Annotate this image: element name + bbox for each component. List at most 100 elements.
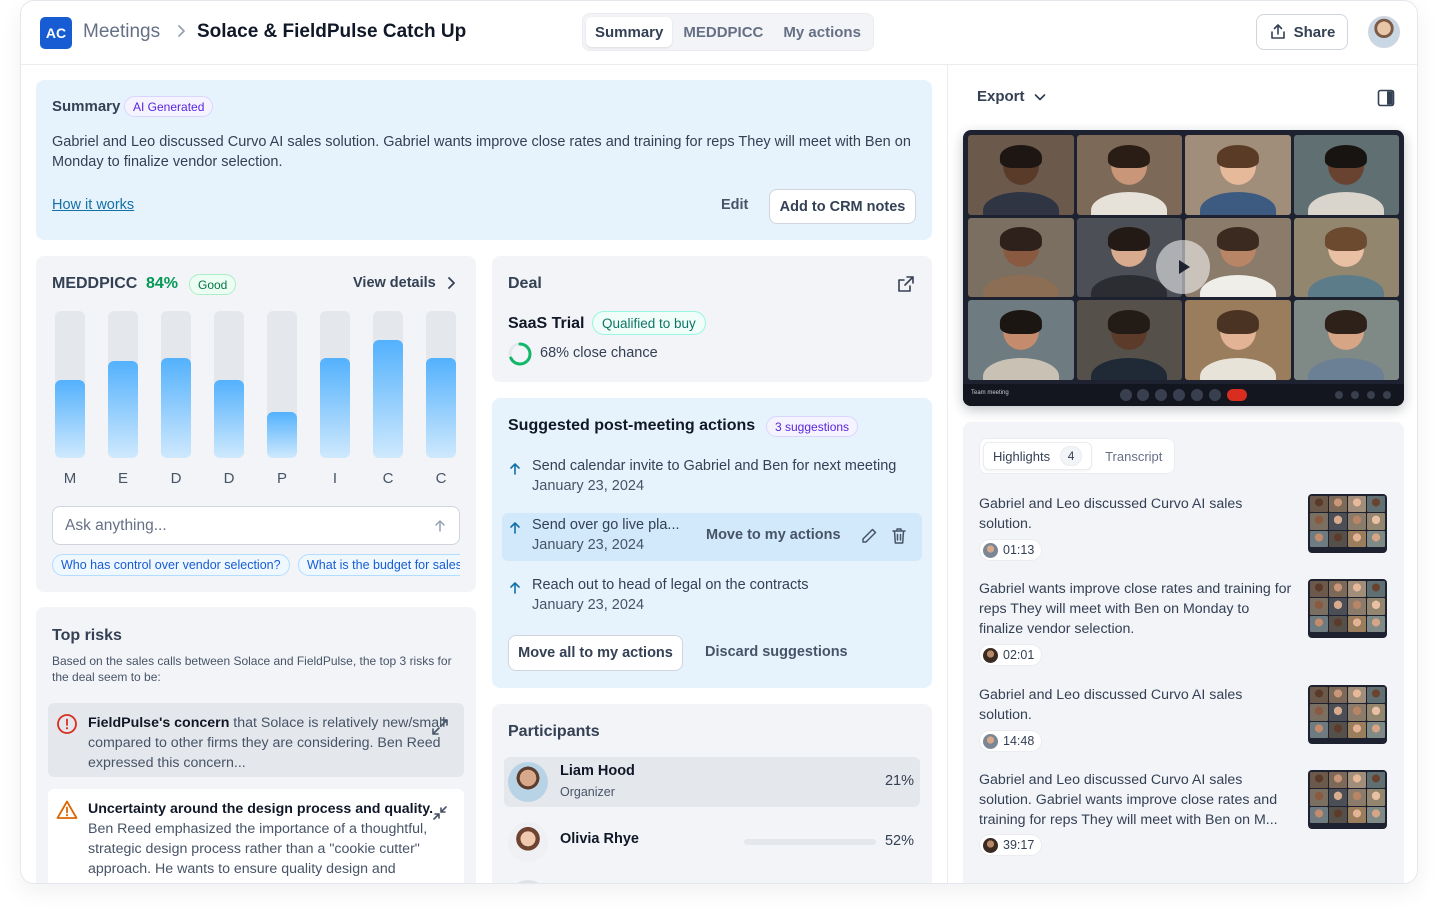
pencil-icon[interactable] — [859, 526, 879, 546]
thumbnail-tile — [1329, 581, 1347, 598]
expand-icon[interactable] — [430, 717, 450, 737]
highlight-timestamp[interactable]: 01:13 — [979, 539, 1043, 561]
export-dropdown[interactable]: Export — [977, 88, 1047, 105]
suggestions-count-badge: 3 suggestions — [766, 416, 859, 437]
tab-highlights[interactable]: Highlights 4 — [983, 442, 1093, 470]
move-all-button[interactable]: Move all to my actions — [508, 635, 683, 671]
risk-item[interactable]: FieldPulse's concern that Solace is rela… — [48, 703, 464, 777]
meddpicc-bar — [214, 380, 244, 458]
breadcrumb-meetings[interactable]: Meetings — [83, 21, 160, 43]
workspace-logo[interactable]: AC — [40, 17, 72, 49]
highlight-video-thumbnail[interactable] — [1308, 579, 1387, 638]
captions-icon[interactable] — [1155, 389, 1167, 401]
thumbnail-tile — [1367, 513, 1385, 530]
meddpicc-bar-label: M — [63, 470, 77, 487]
deal-card: Deal SaaS Trial Qualified to buy 68% clo… — [492, 256, 932, 382]
suggested-actions-card: Suggested post-meeting actions 3 suggest… — [492, 398, 932, 688]
thumbnail-tile — [1329, 530, 1347, 547]
thumbnail-tile — [1348, 789, 1366, 806]
thumbnail-tile — [1348, 513, 1366, 530]
thumbnail-tile — [1348, 581, 1366, 598]
meddpicc-bar — [320, 358, 350, 458]
video-participant-tile — [1185, 300, 1291, 380]
activities-icon[interactable] — [1383, 391, 1391, 399]
move-to-my-actions-button[interactable]: Move to my actions — [706, 527, 841, 543]
thumbnail-tile — [1329, 772, 1347, 789]
thumbnail-tile — [1310, 704, 1328, 721]
present-icon[interactable] — [1191, 389, 1203, 401]
meddpicc-bar-track[interactable] — [55, 311, 85, 458]
play-button[interactable] — [1156, 240, 1210, 294]
camera-icon[interactable] — [1137, 389, 1149, 401]
chevron-down-icon — [1034, 93, 1045, 100]
hand-icon[interactable] — [1173, 389, 1185, 401]
video-participant-tile — [968, 300, 1074, 380]
thumbnail-tile — [1367, 772, 1385, 789]
send-arrow-icon[interactable] — [433, 519, 447, 533]
thumbnail-tile — [1310, 687, 1328, 704]
highlight-item[interactable]: Gabriel and Leo discussed Curvo AI sales… — [979, 685, 1389, 755]
tab-my-actions[interactable]: My actions — [774, 17, 870, 47]
thumbnail-tile — [1329, 721, 1347, 738]
external-link-icon[interactable] — [896, 274, 916, 294]
share-button[interactable]: Share — [1256, 14, 1348, 50]
participants-card: Participants Liam Hood Organizer 21% Oli… — [492, 704, 932, 883]
meddpicc-bar-track[interactable] — [108, 311, 138, 458]
video-control-bar: Team meeting — [963, 384, 1404, 406]
thumbnail-tile — [1329, 687, 1347, 704]
highlights-tabs: Highlights 4 Transcript — [979, 438, 1176, 474]
thumbnail-tile — [1310, 721, 1328, 738]
meddpicc-bar-track[interactable] — [214, 311, 244, 458]
discard-suggestions-button[interactable]: Discard suggestions — [705, 644, 848, 660]
summary-card: Summary AI Generated Gabriel and Leo dis… — [36, 80, 932, 240]
edit-summary-button[interactable]: Edit — [721, 197, 748, 213]
ai-generated-badge: AI Generated — [124, 96, 214, 117]
highlight-timestamp[interactable]: 02:01 — [979, 644, 1043, 666]
risks-title: Top risks — [52, 627, 122, 644]
risk-item[interactable]: Uncertainty around the design process an… — [48, 789, 464, 883]
hang-up-icon[interactable] — [1227, 389, 1247, 401]
tab-transcript[interactable]: Transcript — [1096, 442, 1171, 470]
participant-row[interactable]: Liam Hood Organizer 21% — [504, 757, 920, 807]
suggested-action-item[interactable]: Send over go live pla... January 23, 202… — [502, 513, 922, 561]
thumbnail-tile — [1367, 615, 1385, 632]
participant-row[interactable] — [504, 875, 920, 883]
add-to-crm-button[interactable]: Add to CRM notes — [769, 189, 916, 224]
user-avatar[interactable] — [1368, 16, 1400, 48]
suggested-question-chip[interactable]: What is the budget for sales — [298, 554, 460, 576]
highlight-item[interactable]: Gabriel and Leo discussed Curvo AI sales… — [979, 494, 1389, 564]
meddpicc-bar-track[interactable] — [320, 311, 350, 458]
action-date: January 23, 2024 — [532, 537, 645, 553]
suggested-question-chip[interactable]: Who has control over vendor selection? — [52, 554, 290, 576]
suggested-action-item[interactable]: Reach out to head of legal on the contra… — [502, 575, 922, 623]
highlight-item[interactable]: Gabriel and Leo discussed Curvo AI sales… — [979, 770, 1389, 860]
highlight-video-thumbnail[interactable] — [1308, 685, 1387, 744]
highlight-item[interactable]: Gabriel wants improve close rates and tr… — [979, 579, 1389, 669]
tab-summary[interactable]: Summary — [586, 17, 673, 47]
meddpicc-bar-track[interactable] — [267, 311, 297, 458]
tab-highlights-label: Highlights — [993, 448, 1051, 464]
suggested-action-item[interactable]: Send calendar invite to Gabriel and Ben … — [502, 456, 922, 504]
participant-row[interactable]: Olivia Rhye 52% — [504, 817, 920, 867]
video-participant-tile — [1293, 300, 1399, 380]
how-it-works-link[interactable]: How it works — [52, 197, 134, 213]
highlight-timestamp[interactable]: 14:48 — [979, 730, 1043, 752]
panel-toggle-icon[interactable] — [1377, 89, 1395, 107]
trash-icon[interactable] — [889, 526, 909, 546]
people-icon[interactable] — [1351, 391, 1359, 399]
meddpicc-bar-track[interactable] — [373, 311, 403, 458]
meddpicc-bar-track[interactable] — [426, 311, 456, 458]
ask-anything-input[interactable]: Ask anything... — [52, 506, 460, 545]
highlight-video-thumbnail[interactable] — [1308, 494, 1387, 553]
collapse-icon[interactable] — [430, 803, 450, 823]
info-icon[interactable] — [1335, 391, 1343, 399]
meddpicc-bar-track[interactable] — [161, 311, 191, 458]
meeting-video-player[interactable]: Team meeting — [963, 130, 1404, 406]
highlight-video-thumbnail[interactable] — [1308, 770, 1387, 829]
mic-icon[interactable] — [1120, 389, 1132, 401]
more-icon[interactable] — [1209, 389, 1221, 401]
highlight-timestamp[interactable]: 39:17 — [979, 834, 1043, 856]
tab-meddpicc[interactable]: MEDDPICC — [674, 17, 772, 47]
chat-icon[interactable] — [1367, 391, 1375, 399]
video-meeting-label: Team meeting — [971, 390, 1009, 396]
